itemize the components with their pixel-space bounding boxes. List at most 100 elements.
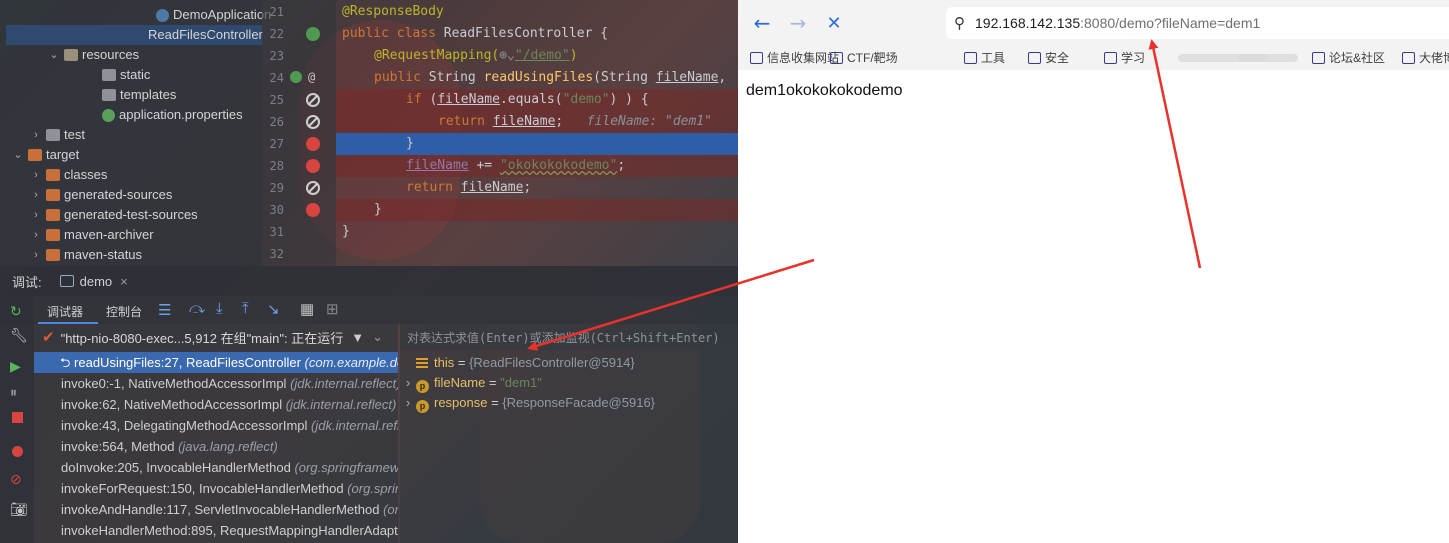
tree-node[interactable]: › test [30,125,85,145]
tree-node[interactable]: ⌄ target [12,145,79,165]
breakpoint-icon[interactable] [306,137,320,151]
line-number: 28 [269,159,284,173]
thread-selector[interactable]: ✔ "http-nio-8080-exec...5,912 在组"main": … [34,324,398,350]
resume-icon[interactable]: ▶ [10,359,24,375]
spring-bean-icon[interactable] [306,27,320,41]
disabled-breakpoint-icon[interactable] [306,181,320,195]
code-line: return fileName; fileName: "dem1" [336,111,738,133]
bookmark-item[interactable]: 工具 [964,50,1005,66]
forward-button[interactable]: → [780,5,816,41]
settings-wrench-icon[interactable]: 🔧︎ [10,328,28,344]
tree-node[interactable]: › generated-test-sources [30,205,198,225]
tree-node[interactable]: DemoApplication [140,5,271,25]
tree-node[interactable]: application.properties [86,105,243,125]
variable-row[interactable]: this = {ReadFilesController@5914} [400,353,738,373]
frame-package: (java.lang.reflect) [178,439,278,454]
breakpoint-icon[interactable] [306,159,320,173]
tree-node[interactable]: › maven-status [30,245,142,265]
view-breakpoints-icon[interactable] [12,446,23,457]
step-over-icon[interactable]: ⤼ [189,300,205,317]
chevron-right-icon[interactable]: › [30,205,42,225]
stack-frame[interactable]: invoke:62, NativeMethodAccessorImpl (jdk… [34,394,398,415]
run-to-cursor-icon[interactable]: ↘ [267,300,280,318]
bookmark-folder-icon [1104,52,1117,64]
step-out-icon[interactable]: ⤒ [242,300,249,317]
bookmark-item[interactable]: 大佬博客 [1402,50,1449,66]
stack-frame[interactable]: doInvoke:205, InvocableHandlerMethod (or… [34,457,398,478]
tab-debugger[interactable]: 调试器 [47,303,83,320]
evaluate-table-icon[interactable]: ▦ [300,300,314,318]
tree-node-label: static [120,67,151,82]
tab-console[interactable]: 控制台 [106,303,142,320]
debug-session-tab[interactable]: demo [80,274,113,289]
chevron-right-icon[interactable]: › [30,125,42,145]
chevron-down-icon[interactable]: ⌄ [372,329,383,345]
stack-frame[interactable]: invoke:564, Method (java.lang.reflect) [34,436,398,457]
variable-equals: = [487,395,503,410]
mute-breakpoints-icon[interactable]: ⊘ [10,472,24,488]
orange-folder-icon [46,189,60,201]
stack-frame[interactable]: invoke0:-1, NativeMethodAccessorImpl (jd… [34,373,398,394]
expand-chevron-icon[interactable]: › [400,373,416,393]
bookmark-item[interactable]: 信息收集网站 [750,50,839,66]
evaluate-expression-field[interactable]: 对表达式求值(Enter)或添加监视(Ctrl+Shift+Enter) [400,324,738,350]
tree-node[interactable]: templates [86,85,176,105]
inline-value-hint: fileName: "dem1" [586,114,712,129]
code-editor[interactable]: @ResponseBody public class ReadFilesCont… [336,0,738,266]
menu-lines-icon[interactable]: ☰ [158,301,171,319]
close-icon[interactable]: × [120,274,128,289]
stop-icon[interactable] [12,412,23,423]
bookmark-item[interactable]: 安全 [1028,50,1069,66]
code-token: public [374,70,429,85]
stack-frame[interactable]: invokeAndHandle:117, ServletInvocableHan… [34,499,398,520]
stack-frame[interactable]: invoke:43, DelegatingMethodAccessorImpl … [34,415,398,436]
chevron-right-icon[interactable]: › [30,185,42,205]
chevron-right-icon[interactable]: › [30,225,42,245]
tree-node-label: classes [64,167,108,182]
address-bar[interactable]: ⚲ 192.168.142.135:8080/demo?fileName=dem… [946,7,1449,39]
tree-node[interactable]: static [86,65,150,85]
code-token: ) ) { [609,92,649,107]
expand-chevron-icon[interactable]: › [400,393,416,413]
stack-frame[interactable]: invokeForRequest:150, InvocableHandlerMe… [34,478,398,499]
tree-node[interactable]: › generated-sources [30,185,172,205]
disabled-breakpoint-icon[interactable] [306,93,320,107]
frame-method: invoke:62, NativeMethodAccessorImpl [61,397,283,412]
spring-bean-icon[interactable] [290,71,302,83]
line-number: 25 [269,93,284,107]
chevron-right-icon[interactable]: › [30,165,42,185]
bookmark-item[interactable]: 论坛&社区 [1312,50,1385,66]
breakpoint-icon[interactable] [306,203,320,217]
camera-icon[interactable]: 📷︎ [10,502,28,518]
tree-node-label: templates [120,87,177,102]
layout-icon[interactable]: ⊞ [326,300,339,318]
pause-icon[interactable]: ⏸ [10,385,24,401]
chevron-down-icon[interactable]: ⌄ [48,45,60,65]
stack-frame[interactable]: invokeHandlerMethod:895, RequestMappingH… [34,520,398,541]
tree-node[interactable]: › classes [30,165,107,185]
bookmark-item[interactable]: CTF/靶场 [830,50,898,66]
disabled-breakpoint-icon[interactable] [306,115,320,129]
ide-window: DemoApplication ReadFilesController ⌄ resou… [0,0,738,543]
filter-icon[interactable]: ▼ [351,330,364,345]
stack-frame[interactable]: ⮌ readUsingFiles:27, ReadFilesController… [34,352,398,373]
chevron-down-icon[interactable]: ⌄ [12,145,24,165]
url-mapping-icon[interactable]: ⊕⌄ [499,48,515,63]
bookmarks-bar: 信息收集网站 CTF/靶场 工具 安全 学习 论坛&社区 大佬博客 [738,46,1449,70]
tree-node[interactable]: ReadFilesController [6,25,263,45]
tree-node[interactable]: › maven-archiver [30,225,153,245]
stop-loading-button[interactable]: ✕ [816,5,852,41]
step-into-icon[interactable]: ⤓ [216,300,223,317]
variable-row[interactable]: › p fileName = "dem1" [400,373,738,393]
line-number: 22 [269,27,284,41]
rerun-icon[interactable]: ↻ [10,304,24,320]
variable-row[interactable]: › p response = {ResponseFacade@5916} [400,393,738,413]
frame-method: doInvoke:205, InvocableHandlerMethod [61,460,291,475]
chevron-right-icon[interactable]: › [30,245,42,265]
url-path: :8080/demo?fileName=dem1 [1080,15,1261,31]
code-token: } [342,224,350,239]
back-button[interactable]: ← [744,5,780,41]
tree-node[interactable]: ⌄ resources [48,45,139,65]
bookmark-item[interactable]: 学习 [1104,50,1145,66]
frame-package: (com.example.demo) [304,355,398,370]
